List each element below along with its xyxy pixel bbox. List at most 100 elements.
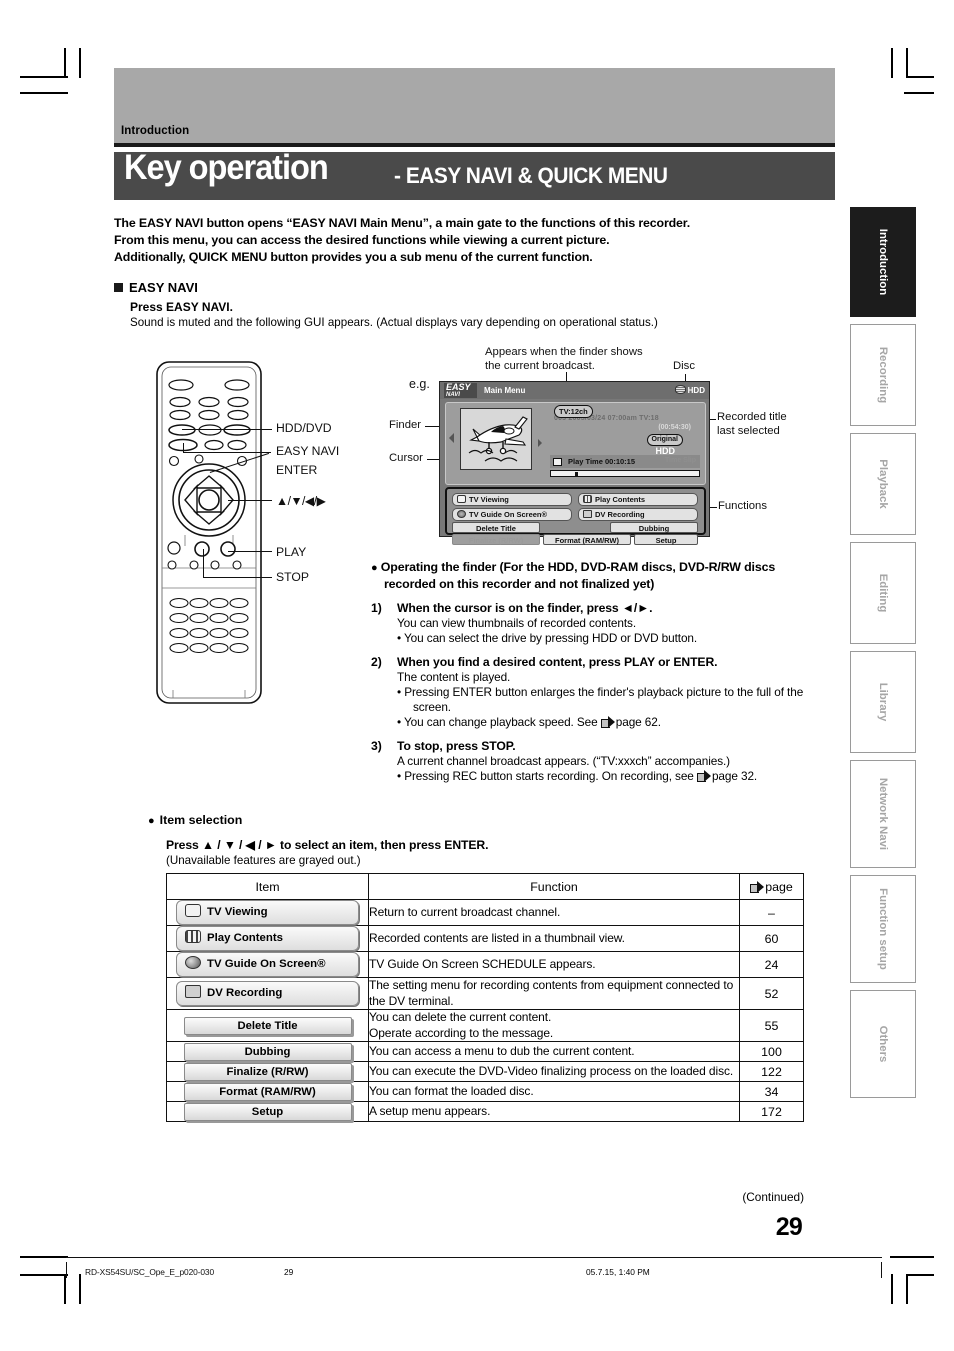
page-ref-arrow-icon [600,716,616,728]
table-row: TV Guide On Screen® TV Guide On Screen S… [166,951,804,978]
callout-recorded-line1: Recorded title [717,411,787,423]
sidebar-tab-others[interactable]: Others [850,990,916,1098]
gui-drive-label: HDD [687,386,705,395]
sidebar-tab-playback[interactable]: Playback [850,433,916,535]
finder-thumbnail[interactable] [460,408,532,470]
menu-button-tv-viewing-label: TV Viewing [207,906,268,918]
logo-line2: NAVI [446,392,460,398]
gui-btn-format[interactable]: Format (RAM/RW) [543,534,631,545]
gui-btn-dubbing[interactable]: Dubbing [610,522,698,533]
side-tab-strip: Introduction Recording Playback Editing … [850,207,916,1105]
crop-mark-br-v [891,1274,893,1304]
cell-function: You can format the loaded disc. [368,1081,740,1102]
intro-line-3: Additionally, QUICK MENU button provides… [114,250,593,264]
cell-page: 100 [739,1041,804,1062]
menu-button-dv-recording-label: DV Recording [207,987,283,999]
finder-step-2-bullet-2-tail: page 62. [615,715,661,729]
intro-paragraph: The EASY NAVI button opens “EASY NAVI Ma… [114,215,814,266]
gui-main-menu-label: Main Menu [484,386,526,395]
item-selection-heading-label: Item selection [159,813,243,827]
crop-mark-tr-h2 [904,92,934,94]
menu-button-dv-recording[interactable]: DV Recording [176,981,359,1006]
original-badge: Original [646,434,683,446]
item-selection-press-line: Press ▲ / ▼ / ◀ / ► to select an item, t… [166,838,489,852]
disc-icon [674,385,686,394]
play-time-value: 00:10:15 [604,457,636,466]
finder-step-2-title: When you find a desired content, press P… [397,655,718,669]
cell-function: You can delete the current content. Oper… [368,1009,740,1042]
page-number: 29 [775,1213,803,1241]
cell-page: 60 [739,925,804,952]
finder-step-1-title: When the cursor is on the finder, press … [397,601,653,615]
sidebar-tab-function-setup-label: Function setup [877,888,889,970]
guide-icon [457,510,466,518]
finder-step-1-body: You can view thumbnails of recorded cont… [397,616,637,630]
menu-button-tv-guide[interactable]: TV Guide On Screen® [176,952,359,977]
continued-label: (Continued) [742,1190,804,1204]
finder-step-1-num: 1) [371,601,382,615]
callout-eg: e.g. [409,377,430,391]
table-row: Format (RAM/RW) You can format the loade… [166,1081,804,1102]
manual-page: Introduction Key operation - EASY NAVI &… [0,0,954,1351]
tv-icon [457,495,466,503]
progress-bar[interactable] [550,470,700,477]
menu-button-play-contents-label: Play Contents [207,932,283,944]
callout-functions: Functions [718,500,767,512]
menu-button-setup[interactable]: Setup [183,1103,352,1121]
sidebar-tab-recording-label: Recording [877,346,889,404]
gui-btn-play-contents[interactable]: Play Contents [578,493,698,506]
menu-button-delete-title[interactable]: Delete Title [183,1017,352,1035]
sidebar-tab-library[interactable]: Library [850,651,916,753]
tv-icon [185,904,201,917]
finder-right-arrow-icon[interactable] [538,439,542,447]
gui-btn-dv-recording[interactable]: DV Recording [578,508,698,521]
sidebar-tab-editing[interactable]: Editing [850,542,916,644]
finder-left-arrow-icon[interactable] [449,433,454,443]
sidebar-tab-introduction-label: Introduction [877,228,889,296]
cell-function: Recorded contents are listed in a thumbn… [368,925,740,952]
cell-item: TV Guide On Screen® [166,951,369,978]
sidebar-tab-function-setup[interactable]: Function setup [850,875,916,983]
intro-line-2: From this menu, you can access the desir… [114,233,610,247]
table-row: Play Contents Recorded contents are list… [166,925,804,952]
sidebar-tab-recording[interactable]: Recording [850,324,916,426]
table-header-row: Item Function page [166,873,804,900]
crop-mark-bl-v [64,1274,66,1304]
gui-btn-tv-viewing[interactable]: TV Viewing [452,493,572,506]
section-label: Introduction [121,125,190,137]
callout-disc: Disc [673,360,695,372]
intro-line-1: The EASY NAVI button opens “EASY NAVI Ma… [114,216,691,230]
sidebar-tab-network-navi[interactable]: Network Navi [850,760,916,868]
gui-btn-tv-guide[interactable]: TV Guide On Screen® [452,508,572,521]
sound-muted-note: Sound is muted and the following GUI app… [130,316,658,329]
remote-label-enter: ENTER [276,463,318,477]
menu-button-tv-viewing[interactable]: TV Viewing [176,900,359,925]
remote-label-play: PLAY [276,545,307,559]
round-bullet-icon: ● [371,562,378,574]
crop-mark-br-h2 [906,1274,934,1276]
table-row: TV Viewing Return to current broadcast c… [166,899,804,926]
callout-finder: Finder [389,419,422,431]
cell-function: TV Guide On Screen SCHEDULE appears. [368,951,740,978]
callout-appears-line1: Appears when the finder shows [485,346,643,358]
menu-button-finalize[interactable]: Finalize (R/RW) [183,1063,352,1081]
crop-mark-bl-h2 [20,1274,68,1276]
finder-step-3-bullet-1-tail: page 32. [711,769,758,783]
sidebar-tab-introduction[interactable]: Introduction [850,207,916,317]
menu-button-play-contents[interactable]: Play Contents [176,926,359,951]
leader-stop [203,577,272,579]
dv-icon [583,510,592,518]
page-ref-arrow-icon-3 [750,880,765,893]
menu-button-tv-guide-label: TV Guide On Screen® [207,958,326,970]
leader-hdd-dvd [182,429,272,431]
gui-btn-setup[interactable]: Setup [634,534,698,545]
cell-item: Dubbing [166,1041,369,1062]
cell-function: Return to current broadcast channel. [368,899,740,926]
menu-button-dubbing[interactable]: Dubbing [183,1043,352,1061]
menu-button-format[interactable]: Format (RAM/RW) [183,1083,352,1101]
sidebar-tab-editing-label: Editing [877,573,889,613]
gui-btn-delete-title[interactable]: Delete Title [452,522,540,533]
gui-functions-panel: TV Viewing Play Contents TV Guide On Scr… [445,487,706,545]
crop-mark-bl-h [20,1256,68,1258]
film-icon [583,495,592,503]
